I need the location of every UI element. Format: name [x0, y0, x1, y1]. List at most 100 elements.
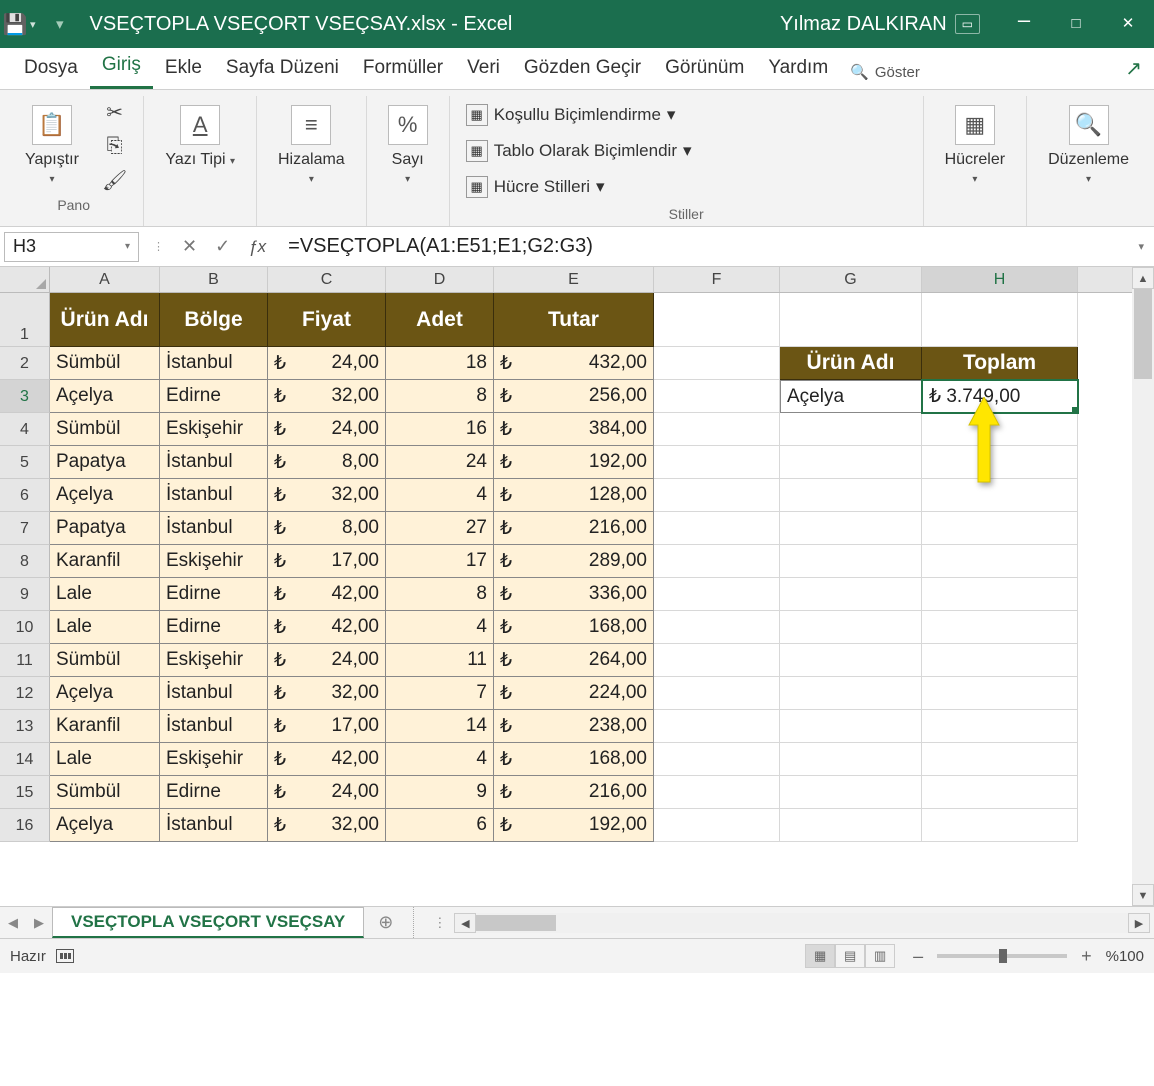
cell[interactable] [780, 512, 922, 545]
user-name[interactable]: Yılmaz DALKIRAN [780, 13, 947, 36]
copy-icon[interactable]: ⎘ [107, 135, 123, 158]
cell[interactable]: ₺42,00 [268, 578, 386, 611]
cell[interactable] [654, 644, 780, 677]
cell[interactable]: 8 [386, 380, 494, 413]
cell[interactable]: ₺168,00 [494, 743, 654, 776]
vscroll-track[interactable] [1132, 289, 1154, 884]
cell[interactable]: Eskişehir [160, 545, 268, 578]
cell[interactable] [922, 677, 1078, 710]
format-painter-icon[interactable]: 🖌 [102, 168, 127, 193]
cell[interactable]: ₺128,00 [494, 479, 654, 512]
scroll-up-icon[interactable]: ▲ [1132, 267, 1154, 289]
tab-file[interactable]: Dosya [12, 49, 90, 89]
cell[interactable]: 7 [386, 677, 494, 710]
cell[interactable]: ₺216,00 [494, 512, 654, 545]
zoom-knob[interactable] [999, 949, 1007, 963]
cell[interactable] [780, 677, 922, 710]
cell[interactable]: Lale [50, 743, 160, 776]
cell[interactable]: İstanbul [160, 446, 268, 479]
tab-page-layout[interactable]: Sayfa Düzeni [214, 49, 351, 89]
cell[interactable] [654, 743, 780, 776]
zoom-in-button[interactable]: + [1077, 946, 1096, 967]
row-header-16[interactable]: 16 [0, 809, 50, 842]
cell[interactable]: Papatya [50, 446, 160, 479]
cell[interactable] [922, 293, 1078, 347]
cell[interactable]: 17 [386, 545, 494, 578]
cell[interactable] [654, 446, 780, 479]
cell[interactable]: İstanbul [160, 710, 268, 743]
cell[interactable] [922, 446, 1078, 479]
row-header-11[interactable]: 11 [0, 644, 50, 677]
tab-insert[interactable]: Ekle [153, 49, 214, 89]
cell[interactable]: Papatya [50, 512, 160, 545]
cell[interactable]: İstanbul [160, 677, 268, 710]
cell[interactable]: 4 [386, 479, 494, 512]
row-header-15[interactable]: 15 [0, 776, 50, 809]
cell[interactable] [654, 545, 780, 578]
cell[interactable]: Lale [50, 611, 160, 644]
header-cell[interactable]: Tutar [494, 293, 654, 347]
criteria-value[interactable]: Açelya [780, 380, 922, 413]
format-as-table-button[interactable]: ▦Tablo Olarak Biçimlendir ▾ [460, 136, 698, 166]
row-header-4[interactable]: 4 [0, 413, 50, 446]
qat-dropdown-icon[interactable]: ▾ [30, 18, 50, 31]
cell[interactable]: 18 [386, 347, 494, 380]
account-badge-icon[interactable]: ▭ [955, 14, 980, 34]
cell[interactable] [780, 578, 922, 611]
cell[interactable] [922, 644, 1078, 677]
cell[interactable] [922, 479, 1078, 512]
close-button[interactable]: ✕ [1102, 0, 1154, 48]
col-header-G[interactable]: G [780, 267, 922, 292]
cell[interactable] [922, 809, 1078, 842]
tab-data[interactable]: Veri [455, 49, 512, 89]
header-cell[interactable]: Fiyat [268, 293, 386, 347]
name-box-dropdown-icon[interactable]: ▾ [125, 241, 130, 252]
cell[interactable]: İstanbul [160, 347, 268, 380]
cell[interactable] [654, 380, 780, 413]
cell[interactable]: Sümbül [50, 413, 160, 446]
cell[interactable]: Eskişehir [160, 644, 268, 677]
scroll-right-icon[interactable]: ▶ [1128, 913, 1150, 933]
zoom-slider[interactable] [937, 954, 1067, 958]
cell[interactable]: 4 [386, 611, 494, 644]
cell[interactable] [654, 809, 780, 842]
row-header-3[interactable]: 3 [0, 380, 50, 413]
formula-input[interactable]: =VSEÇTOPLA(A1:E51;E1;G2:G3) [280, 235, 1128, 258]
hscroll-thumb[interactable] [476, 915, 556, 931]
tab-review[interactable]: Gözden Geçir [512, 49, 653, 89]
view-page-break-icon[interactable]: ▥ [865, 944, 895, 968]
cell[interactable]: Sümbül [50, 776, 160, 809]
cell[interactable]: ₺32,00 [268, 479, 386, 512]
cell[interactable] [780, 710, 922, 743]
cell[interactable]: ₺24,00 [268, 644, 386, 677]
macro-record-icon[interactable] [56, 949, 74, 963]
row-header-1[interactable]: 1 [0, 293, 50, 347]
cell[interactable]: ₺264,00 [494, 644, 654, 677]
cell[interactable] [922, 578, 1078, 611]
cell[interactable]: Edirne [160, 380, 268, 413]
cell[interactable]: Lale [50, 578, 160, 611]
cell[interactable]: 27 [386, 512, 494, 545]
tab-view[interactable]: Görünüm [653, 49, 756, 89]
cell[interactable] [654, 578, 780, 611]
cell[interactable] [922, 776, 1078, 809]
cell[interactable]: ₺24,00 [268, 413, 386, 446]
cell[interactable] [922, 743, 1078, 776]
cell[interactable]: ₺32,00 [268, 380, 386, 413]
name-box[interactable]: H3 ▾ [4, 232, 139, 262]
cell[interactable] [654, 611, 780, 644]
cell[interactable]: ₺192,00 [494, 809, 654, 842]
cell[interactable] [654, 512, 780, 545]
horizontal-scrollbar[interactable]: ◀ ▶ [454, 913, 1150, 933]
formula-more-icon[interactable]: ⋮ [153, 240, 164, 253]
cell[interactable]: Karanfil [50, 710, 160, 743]
cell[interactable]: 16 [386, 413, 494, 446]
criteria-header[interactable]: Ürün Adı [780, 347, 922, 380]
cell[interactable] [654, 677, 780, 710]
cell[interactable]: 14 [386, 710, 494, 743]
cell[interactable]: ₺42,00 [268, 611, 386, 644]
view-normal-icon[interactable]: ▦ [805, 944, 835, 968]
cell[interactable] [922, 611, 1078, 644]
header-cell[interactable]: Ürün Adı [50, 293, 160, 347]
cell[interactable] [654, 776, 780, 809]
